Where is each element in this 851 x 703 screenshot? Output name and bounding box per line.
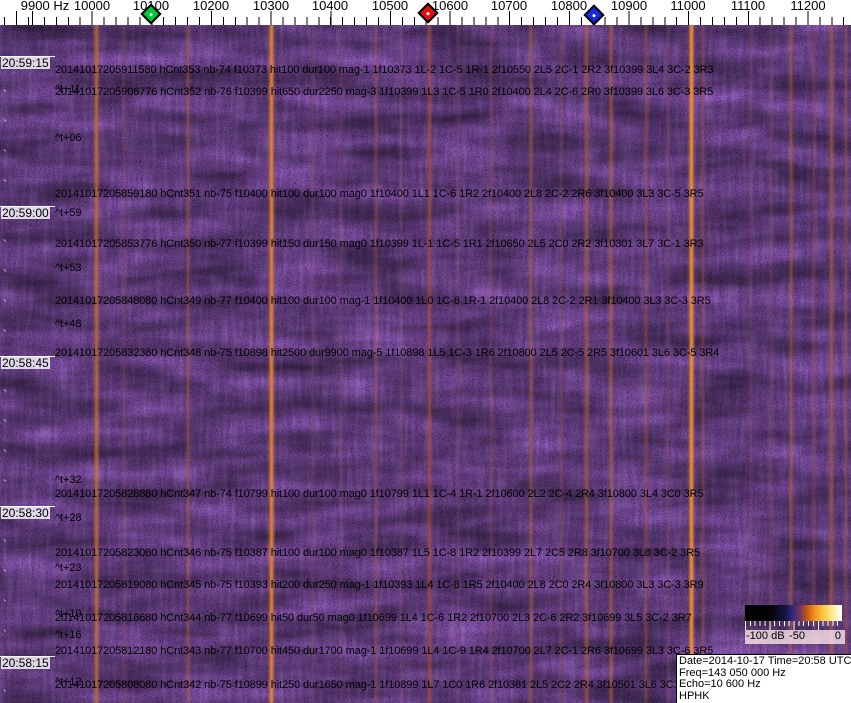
info-echo-frequency: Echo=10 600 Hz: [679, 678, 761, 690]
freq-tick-label: 10300: [252, 0, 290, 13]
db-label-max: 0: [834, 630, 841, 642]
event-time-marker: ^t+23: [55, 562, 82, 574]
event-time-marker: ^t+11: [55, 83, 81, 95]
freq-tick-label: 10400: [311, 0, 349, 13]
event-time-marker: ^t+53: [55, 262, 82, 274]
db-gradient-bar: [745, 605, 842, 621]
freq-tick-label: 10200: [192, 0, 230, 13]
freq-tick-label: 10900: [610, 0, 648, 13]
info-date-time: Date=2014-10-17 Time=20:58 UTC: [679, 655, 851, 667]
frequency-axis: 9900 Hz100001010010200103001040010500106…: [0, 0, 851, 26]
freq-tick-label: 10000: [73, 0, 111, 13]
freq-tick-label: 9900 Hz: [20, 0, 70, 13]
freq-tick-label: 11200: [790, 0, 826, 13]
event-time-marker: ^t+19: [55, 608, 82, 620]
info-station-code: HPHK: [679, 689, 710, 702]
event-time-marker: ^t+48: [55, 318, 82, 330]
status-info-box: Date=2014-10-17 Time=20:58 UTC Freq=143 …: [676, 654, 851, 703]
freq-tick-label: 11100: [730, 0, 766, 13]
event-time-markers-layer: ^t+11 ^t+06 ^t+59 ^t+53 ^t+48 ^t+32 ^t+28 ^t+23…: [0, 25, 851, 703]
db-label-mid: -50: [789, 630, 805, 642]
freq-tick-label: 10800: [550, 0, 588, 13]
event-time-marker: ^t+12: [55, 676, 82, 688]
event-time-marker: ^t+28: [55, 512, 82, 524]
db-scale: -100 dB -50 0: [745, 605, 845, 644]
db-scale-ticks: [745, 621, 842, 630]
db-label-min: -100 dB: [746, 630, 785, 642]
event-time-marker: ^t+59: [55, 207, 82, 219]
event-time-marker: ^t+32: [55, 474, 82, 486]
freq-tick-label: 11000: [670, 0, 706, 13]
event-time-marker: ^t+06: [55, 132, 82, 144]
spectrogram-canvas[interactable]: 20:59:15 20:59:00 20:58:45 20:58:30 20:58:15…: [0, 25, 851, 703]
freq-tick-label: 10700: [490, 0, 528, 13]
freq-tick-label: 10500: [371, 0, 409, 13]
meteor-echo-spectrogram-window: 9900 Hz100001010010200103001040010500106…: [0, 0, 851, 703]
db-scale-labels: -100 dB -50 0: [745, 630, 845, 644]
event-time-marker: ^t+16: [55, 629, 82, 641]
